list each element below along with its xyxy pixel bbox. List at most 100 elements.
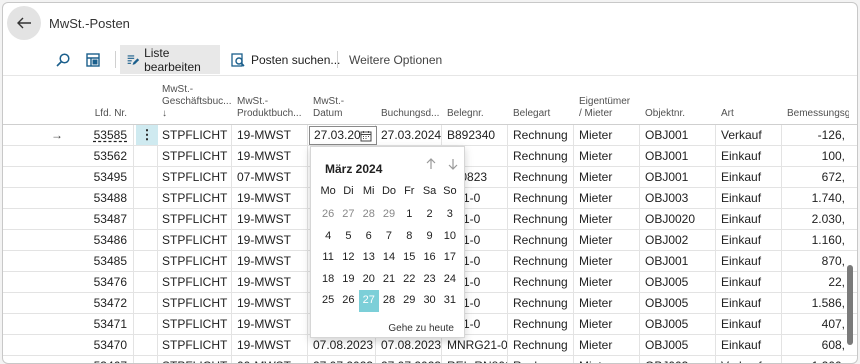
calendar-day[interactable]: 1: [399, 204, 419, 226]
cell-gb[interactable]: STPFLICHT: [158, 335, 232, 355]
cell-pb[interactable]: 19-MWST: [233, 209, 305, 229]
calendar-day[interactable]: 28: [379, 290, 399, 312]
next-month-button[interactable]: [448, 158, 458, 173]
cell-lfd[interactable]: 53486: [69, 230, 131, 250]
calendar-day[interactable]: 24: [440, 269, 460, 291]
cell-bem[interactable]: 100,: [783, 146, 849, 166]
cell-ba[interactable]: Rechnung: [509, 314, 575, 334]
go-to-today-button[interactable]: Gehe zu heute: [388, 323, 454, 334]
cell-bem[interactable]: 22,: [783, 272, 849, 292]
cell-gb[interactable]: STPFLICHT: [158, 314, 232, 334]
cell-ba[interactable]: Rechnung: [509, 209, 575, 229]
calendar-day[interactable]: 22: [399, 269, 419, 291]
calendar-day[interactable]: 8: [399, 226, 419, 248]
cell-bem[interactable]: 672,: [783, 167, 849, 187]
column-header-em[interactable]: Eigentümer / Mieter: [575, 84, 639, 120]
cell-bem[interactable]: 1.586,: [783, 293, 849, 313]
row-actions-icon[interactable]: ⋮: [136, 125, 158, 145]
cell-art[interactable]: Einkauf: [717, 146, 781, 166]
calendar-day[interactable]: 11: [318, 247, 338, 269]
cell-bem[interactable]: 870,: [783, 251, 849, 271]
calendar-day[interactable]: 26: [338, 290, 358, 312]
previous-month-button[interactable]: [426, 158, 436, 173]
column-header-bd[interactable]: Buchungsd...: [377, 84, 443, 120]
cell-lfd[interactable]: 53471: [69, 314, 131, 334]
cell-lfd[interactable]: 53487: [69, 209, 131, 229]
cell-em[interactable]: Mieter: [575, 356, 639, 363]
cell-lfd[interactable]: 53470: [69, 335, 131, 355]
cell-pb[interactable]: 19-MWST: [233, 146, 305, 166]
cell-dat[interactable]: 07.08.2023: [309, 335, 377, 355]
cell-bd[interactable]: 27.03.2024: [377, 125, 443, 145]
cell-pb[interactable]: 19-MWST: [233, 125, 305, 145]
cell-em[interactable]: Mieter: [575, 272, 639, 292]
more-options-button[interactable]: Weitere Optionen: [343, 45, 448, 74]
cell-gb[interactable]: STPFLICHT: [158, 251, 232, 271]
column-header-bn[interactable]: Belegnr.: [443, 84, 507, 120]
calendar-day[interactable]: 4: [318, 226, 338, 248]
cell-em[interactable]: Mieter: [575, 251, 639, 271]
cell-pb[interactable]: 19-MWST: [233, 293, 305, 313]
cell-ba[interactable]: Rechnung: [509, 335, 575, 355]
cell-pb[interactable]: 07-MWST: [233, 167, 305, 187]
vertical-scrollbar[interactable]: [847, 265, 853, 345]
cell-obj[interactable]: OBJ005: [641, 272, 715, 292]
calendar-day[interactable]: 2: [419, 204, 439, 226]
cell-bem[interactable]: 608,: [783, 335, 849, 355]
find-entries-button[interactable]: Posten suchen...: [224, 45, 346, 74]
cell-obj[interactable]: OBJ001: [641, 125, 715, 145]
column-header-gb[interactable]: MwSt.- Geschäftsbuc... ↓: [158, 84, 232, 120]
cell-pb[interactable]: 19-MWST: [233, 188, 305, 208]
cell-obj[interactable]: OBJ005: [641, 314, 715, 334]
calendar-icon[interactable]: [360, 130, 372, 142]
cell-ba[interactable]: Rechnung: [509, 272, 575, 292]
cell-em[interactable]: Mieter: [575, 209, 639, 229]
cell-bem[interactable]: 407,: [783, 314, 849, 334]
cell-lfd[interactable]: 53485: [69, 251, 131, 271]
cell-obj[interactable]: OBJ0020: [641, 209, 715, 229]
cell-art[interactable]: Einkauf: [717, 209, 781, 229]
cell-lfd[interactable]: 53476: [69, 272, 131, 292]
cell-obj[interactable]: OBJ005: [641, 293, 715, 313]
calendar-day[interactable]: 3: [440, 204, 460, 226]
cell-em[interactable]: Mieter: [575, 146, 639, 166]
cell-bem[interactable]: 1.740,: [783, 188, 849, 208]
cell-ba[interactable]: Rechnung: [509, 356, 575, 363]
cell-pb[interactable]: 19-MWST: [233, 272, 305, 292]
cell-em[interactable]: Mieter: [575, 167, 639, 187]
column-header-lfd[interactable]: Lfd. Nr.: [69, 84, 131, 120]
cell-ba[interactable]: Rechnung: [509, 188, 575, 208]
calendar-day[interactable]: 9: [419, 226, 439, 248]
cell-ba[interactable]: Rechnung: [509, 167, 575, 187]
cell-gb[interactable]: STPFLICHT: [158, 125, 232, 145]
cell-obj[interactable]: OBJ002: [641, 230, 715, 250]
cell-art[interactable]: Verkauf: [717, 125, 781, 145]
calendar-day[interactable]: 28: [359, 204, 379, 226]
cell-art[interactable]: Einkauf: [717, 167, 781, 187]
calendar-day[interactable]: 16: [419, 247, 439, 269]
cell-bem[interactable]: -1.200,: [783, 356, 849, 363]
cell-em[interactable]: Mieter: [575, 125, 639, 145]
calendar-day[interactable]: 30: [419, 290, 439, 312]
cell-art[interactable]: Einkauf: [717, 230, 781, 250]
cell-bn[interactable]: REL-RN800: [443, 356, 507, 363]
cell-em[interactable]: Mieter: [575, 230, 639, 250]
cell-pb[interactable]: 19-MWST: [233, 230, 305, 250]
cell-gb[interactable]: STPFLICHT: [158, 356, 232, 363]
calendar-day[interactable]: 14: [379, 247, 399, 269]
calendar-day[interactable]: 5: [338, 226, 358, 248]
analysis-mode-button[interactable]: [79, 45, 107, 74]
cell-gb[interactable]: STPFLICHT: [158, 272, 232, 292]
calendar-day-selected[interactable]: 27: [358, 290, 379, 312]
cell-obj[interactable]: OBJ001: [641, 167, 715, 187]
column-header-dat[interactable]: MwSt.- Datum: [309, 84, 377, 120]
cell-em[interactable]: Mieter: [575, 293, 639, 313]
column-header-pb[interactable]: MwSt.- Produktbuch...: [233, 84, 305, 120]
search-button[interactable]: [49, 45, 77, 74]
calendar-day[interactable]: 26: [318, 204, 338, 226]
edit-list-button[interactable]: Liste bearbeiten: [120, 45, 220, 74]
table-row[interactable]: 53467 STPFLICHT00-MWST 27.07.202327.07.202…: [3, 356, 857, 363]
cell-lfd[interactable]: 53488: [69, 188, 131, 208]
cell-art[interactable]: Einkauf: [717, 251, 781, 271]
calendar-day[interactable]: 19: [338, 269, 358, 291]
